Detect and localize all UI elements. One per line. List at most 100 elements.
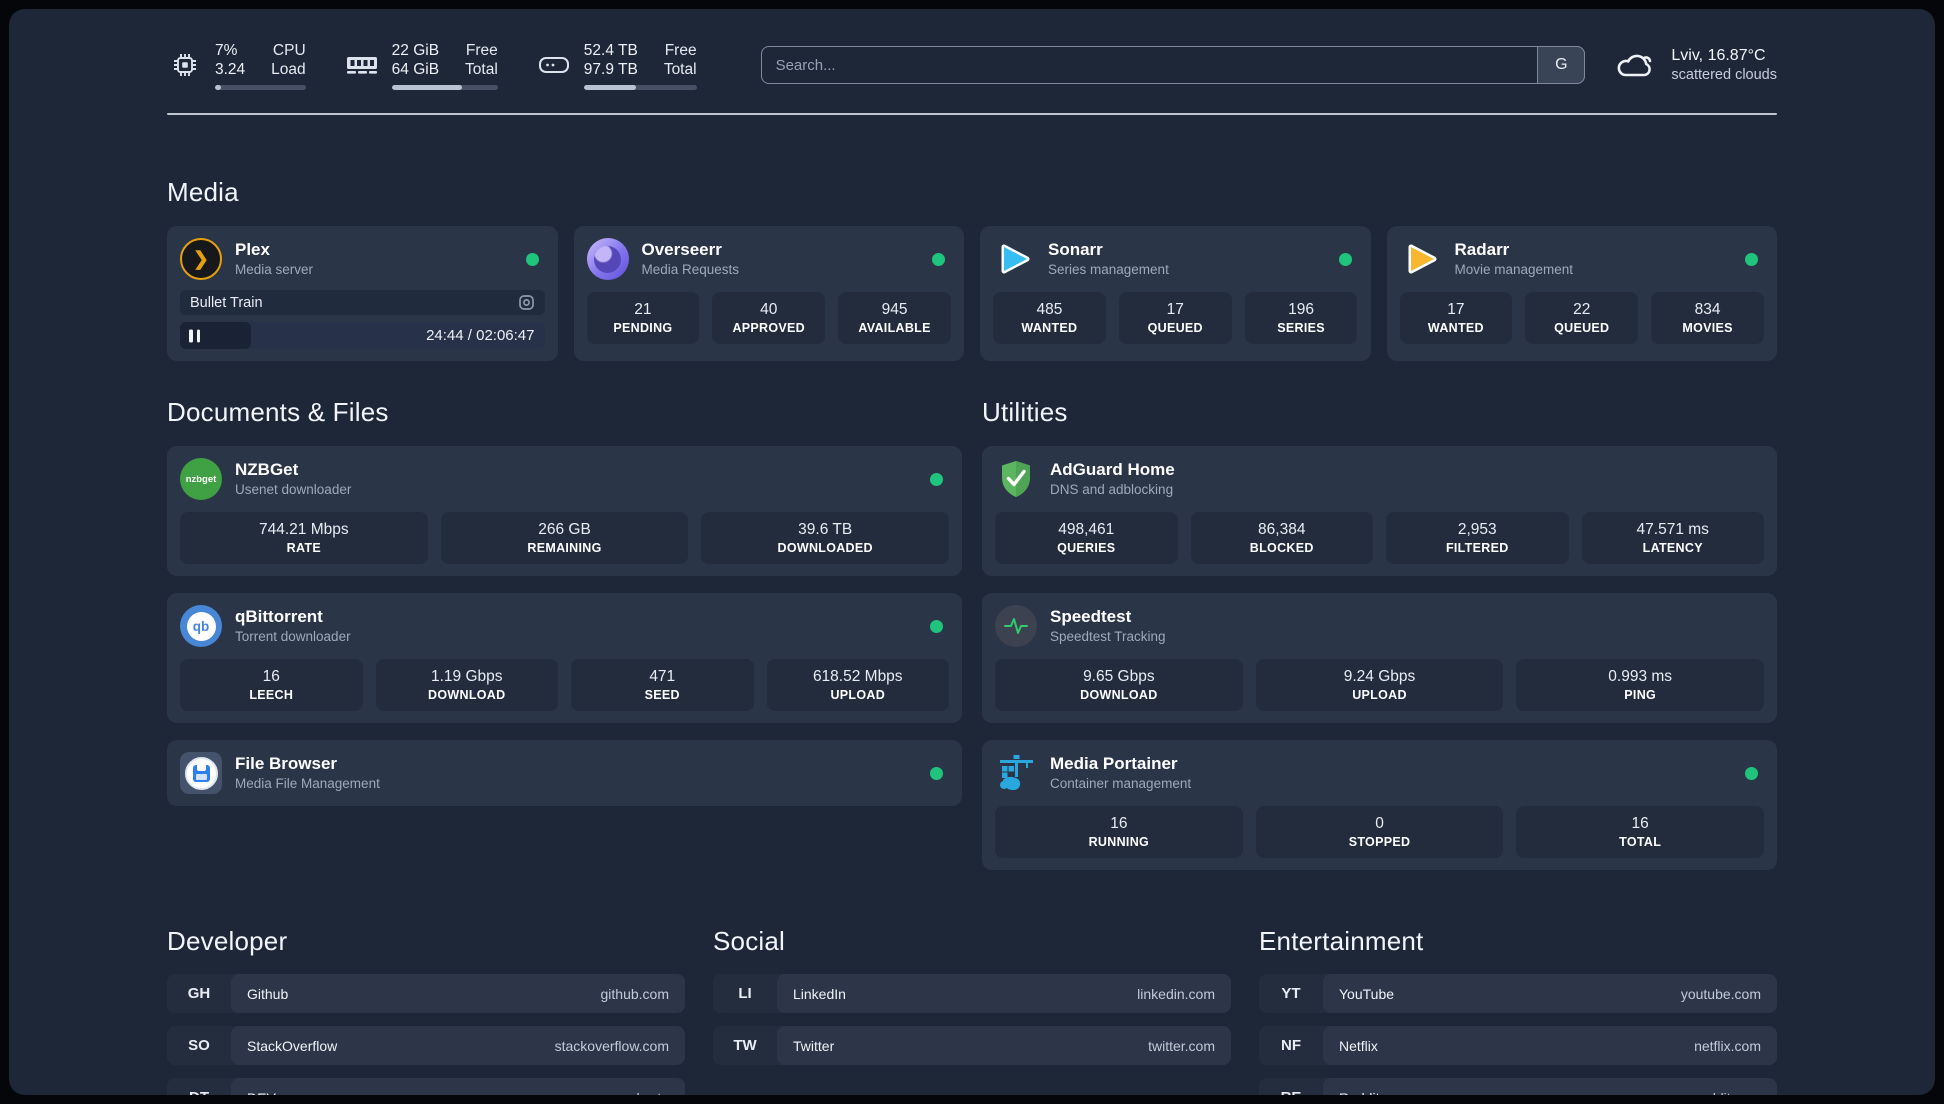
- stat-approved: 40 APPROVED: [712, 292, 826, 344]
- app-title: File Browser: [235, 754, 338, 773]
- bookmark-url: reddit.com: [1696, 1090, 1761, 1096]
- app-title: Overseerr: [641, 240, 722, 259]
- app-title: AdGuard Home: [1050, 460, 1175, 479]
- bookmark-github[interactable]: GH Github github.com: [167, 974, 685, 1013]
- pause-button[interactable]: [189, 329, 200, 342]
- cloud-icon: [1615, 49, 1657, 81]
- weather-location-temp: Lviv, 16.87°C: [1671, 47, 1766, 64]
- stat-queries: 498,461 QUERIES: [995, 512, 1178, 564]
- bookmark-name: Netflix: [1339, 1037, 1378, 1054]
- cpu-label: CPU: [272, 41, 306, 59]
- cpu-load-value: 3.24: [215, 60, 246, 78]
- cpu-progress-bar: [215, 84, 306, 90]
- app-card-adguard[interactable]: AdGuard Home DNS and adblocking 498,461 …: [982, 446, 1777, 576]
- weather-condition: scattered clouds: [1671, 67, 1777, 83]
- header-divider: [167, 113, 1777, 115]
- bookmark-url: youtube.com: [1680, 985, 1761, 1002]
- bookmark-twitter[interactable]: TW Twitter twitter.com: [713, 1026, 1231, 1065]
- app-card-sonarr[interactable]: Sonarr Series management 485 WANTED 17 Q…: [980, 226, 1371, 361]
- stat-queued: 22 QUEUED: [1525, 292, 1639, 344]
- plex-icon: ❯: [180, 238, 222, 280]
- app-card-nzbget[interactable]: nzbget NZBGet Usenet downloader 744.21 M…: [167, 446, 962, 576]
- stat-filtered: 2,953 FILTERED: [1386, 512, 1569, 564]
- section-title-developer: Developer: [167, 926, 288, 956]
- bookmark-abbr: GH: [187, 985, 211, 1002]
- bookmark-stackoverflow[interactable]: SO StackOverflow stackoverflow.com: [167, 1026, 685, 1065]
- bookmark-netflix[interactable]: NF Netflix netflix.com: [1259, 1026, 1777, 1065]
- section-social: Social LI LinkedIn linkedin.com TW Twitt…: [713, 926, 1231, 1095]
- status-dot-online: [525, 252, 539, 266]
- memory-progress-bar: [391, 84, 498, 90]
- cpu-load-label: Load: [271, 60, 306, 78]
- search-engine-button[interactable]: G: [1537, 46, 1586, 84]
- disk-free-label: Free: [664, 41, 697, 59]
- memory-free-value: 22 GiB: [391, 41, 440, 59]
- window-frame: 7% 3.24 CPU Load 22 GiB 64 GiB Free Tota…: [0, 0, 1944, 1104]
- session-icon[interactable]: [518, 294, 535, 311]
- app-subtitle: Media Requests: [641, 262, 740, 277]
- bookmark-abbr: SO: [188, 1037, 210, 1054]
- bookmark-linkedin[interactable]: LI LinkedIn linkedin.com: [713, 974, 1231, 1013]
- app-title: Plex: [235, 240, 270, 259]
- bookmark-abbr: NF: [1281, 1037, 1301, 1054]
- stat-running: 16 RUNNING: [995, 806, 1243, 858]
- radarr-icon: [1400, 238, 1442, 280]
- bookmark-youtube[interactable]: YT YouTube youtube.com: [1259, 974, 1777, 1013]
- app-subtitle: Media server: [235, 262, 314, 277]
- status-dot-online: [1745, 766, 1758, 780]
- cpu-progress-fill: [215, 84, 222, 90]
- now-playing-strip: Bullet Train: [180, 290, 545, 315]
- playback-progress-bar[interactable]: 24:44 / 02:06:47: [180, 322, 545, 349]
- search-input[interactable]: [761, 47, 1585, 83]
- app-card-portainer[interactable]: Media Portainer Container management 16 …: [982, 740, 1777, 870]
- bookmark-abbr: DT: [167, 1078, 231, 1095]
- bookmark-abbr: RE: [1259, 1078, 1323, 1095]
- status-dot-online: [930, 619, 943, 633]
- app-card-radarr[interactable]: Radarr Movie management 17 WANTED 22 QUE…: [1386, 226, 1777, 361]
- bookmark-url: twitter.com: [1148, 1037, 1215, 1054]
- app-subtitle: Media File Management: [235, 776, 380, 791]
- stat-pending: 21 PENDING: [586, 292, 700, 344]
- disk-icon: [536, 50, 572, 80]
- app-title: Sonarr: [1048, 240, 1103, 259]
- section-developer: Developer GH Github github.com SO StackO…: [167, 926, 685, 1095]
- section-title-social: Social: [713, 926, 786, 956]
- stat-latency: 47.571 ms LATENCY: [1581, 512, 1764, 564]
- bookmark-url: linkedin.com: [1137, 985, 1215, 1002]
- status-dot-online: [932, 252, 945, 266]
- section-title-documents: Documents & Files: [167, 397, 389, 427]
- app-title: Media Portainer: [1050, 754, 1178, 773]
- stat-rate: 744.21 Mbps RATE: [180, 512, 428, 564]
- disk-total-value: 97.9 TB: [583, 60, 638, 78]
- section-title-utilities: Utilities: [982, 397, 1068, 427]
- bookmark-dev[interactable]: DT DEV dev.to: [167, 1078, 685, 1095]
- weather-widget: Lviv, 16.87°C scattered clouds: [1615, 45, 1777, 85]
- app-subtitle: Usenet downloader: [235, 482, 352, 497]
- app-subtitle: Container management: [1050, 776, 1192, 791]
- memory-total-label: Total: [465, 60, 498, 78]
- adguard-icon: [995, 458, 1037, 500]
- stat-queued: 17 QUEUED: [1118, 292, 1232, 344]
- stat-wanted: 485 WANTED: [993, 292, 1106, 344]
- stat-series: 196 SERIES: [1244, 292, 1358, 344]
- memory-total-value: 64 GiB: [391, 60, 440, 78]
- section-media: Media ❯ Plex Media server Bullet Train 2…: [167, 177, 1777, 361]
- stat-upload: 618.52 Mbps UPLOAD: [766, 659, 949, 711]
- app-subtitle: Torrent downloader: [235, 629, 351, 644]
- stat-total: 16 TOTAL: [1516, 806, 1765, 858]
- qbittorrent-icon: qb: [180, 605, 222, 647]
- overseerr-icon: [586, 238, 629, 280]
- section-documents: Documents & Files nzbget NZBGet Usenet d…: [167, 397, 962, 806]
- app-card-speedtest[interactable]: Speedtest Speedtest Tracking 9.65 Gbps D…: [982, 593, 1777, 723]
- stat-downloaded: 39.6 TB DOWNLOADED: [701, 512, 950, 564]
- stat-wanted: 17 WANTED: [1399, 292, 1513, 344]
- stat-movies: 834 MOVIES: [1651, 292, 1764, 344]
- app-card-overseerr[interactable]: Overseerr Media Requests 21 PENDING 40 A…: [573, 226, 964, 361]
- bookmark-name: Reddit: [1339, 1090, 1379, 1096]
- app-card-plex[interactable]: ❯ Plex Media server Bullet Train 24:44 /…: [167, 226, 558, 361]
- cpu-icon: [167, 49, 203, 81]
- app-card-filebrowser[interactable]: File Browser Media File Management: [167, 740, 962, 806]
- stat-download: 9.65 Gbps DOWNLOAD: [995, 659, 1243, 711]
- bookmark-reddit[interactable]: RE Reddit reddit.com: [1259, 1078, 1777, 1095]
- app-card-qbittorrent[interactable]: qb qBittorrent Torrent downloader 16 LEE…: [167, 593, 962, 723]
